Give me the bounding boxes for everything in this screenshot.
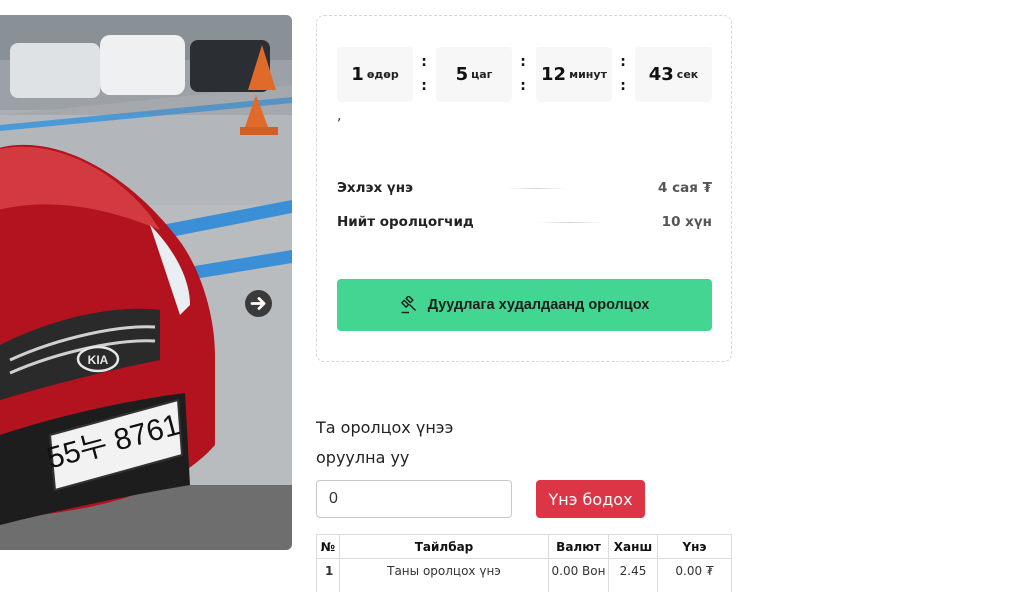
countdown-minutes: 12 минут xyxy=(536,47,612,102)
svg-text:KIA: KIA xyxy=(88,353,109,367)
participants-value: 10 хүн xyxy=(661,214,712,230)
participants-label: Нийт оролцогчид xyxy=(337,214,474,230)
countdown-separator: :: xyxy=(421,54,427,94)
countdown-hours: 5 цаг xyxy=(436,47,512,102)
join-auction-button[interactable]: Дуудлага худалдаанд оролцох xyxy=(337,279,712,331)
countdown-hours-unit: цаг xyxy=(471,68,493,81)
col-header-number: № xyxy=(316,534,340,559)
participants-row: Нийт оролцогчид 10 хүн xyxy=(337,212,712,232)
arrow-right-circle-icon xyxy=(250,297,266,310)
bid-prompt-line2: оруулна уу xyxy=(316,448,410,467)
col-header-description: Тайлбар xyxy=(339,534,549,559)
countdown-minutes-value: 12 xyxy=(541,64,567,85)
auction-card: 1 өдөр :: 5 цаг :: 12 минут :: 43 сек , … xyxy=(316,15,732,362)
col-header-price: Үнэ xyxy=(657,534,732,559)
countdown-minutes-unit: минут xyxy=(569,68,607,81)
cell-currency: 0.00 Вон xyxy=(548,558,609,592)
bid-amount-input[interactable] xyxy=(316,480,512,518)
calculate-price-button[interactable]: Үнэ бодох xyxy=(536,480,645,518)
countdown-seconds: 43 сек xyxy=(635,47,712,102)
start-price-value: 4 сая ₮ xyxy=(658,180,712,196)
next-photo-button[interactable] xyxy=(245,290,272,317)
start-price-label: Эхлэх үнэ xyxy=(337,180,414,196)
col-header-rate: Ханш xyxy=(608,534,658,559)
cell-price: 0.00 ₮ xyxy=(657,558,732,592)
cell-description: Таны оролцох үнэ xyxy=(339,558,549,592)
countdown-seconds-unit: сек xyxy=(676,68,699,81)
col-header-currency: Валют xyxy=(548,534,609,559)
table-row: 1 Таны оролцох үнэ 0.00 Вон 2.45 0.00 ₮ xyxy=(316,558,732,592)
divider xyxy=(537,222,602,223)
countdown-separator: :: xyxy=(520,54,526,94)
stray-text: , xyxy=(337,108,342,124)
cell-rate: 2.45 xyxy=(608,558,658,592)
cell-number: 1 xyxy=(316,558,340,592)
bid-prompt-line1: Та оролцох үнээ xyxy=(316,418,454,437)
countdown-days: 1 өдөр xyxy=(337,47,413,102)
countdown-days-unit: өдөр xyxy=(366,68,399,81)
countdown-days-value: 1 xyxy=(351,64,364,85)
countdown-seconds-value: 43 xyxy=(648,64,674,85)
price-table: № Тайлбар Валют Ханш Үнэ 1 Таны оролцох … xyxy=(316,534,732,592)
gavel-icon xyxy=(400,296,416,314)
car-photo-image: KIA 55누 8761 xyxy=(0,15,292,550)
countdown-separator: :: xyxy=(620,54,626,94)
countdown-hours-value: 5 xyxy=(455,64,469,85)
car-photo[interactable]: KIA 55누 8761 xyxy=(0,15,292,550)
table-header-row: № Тайлбар Валют Ханш Үнэ xyxy=(316,534,732,559)
page: KIA 55누 8761 1 өдөр :: 5 цаг :: 12 минут… xyxy=(0,0,1024,592)
join-auction-label: Дуудлага худалдаанд оролцох xyxy=(427,297,650,313)
divider xyxy=(507,188,567,189)
